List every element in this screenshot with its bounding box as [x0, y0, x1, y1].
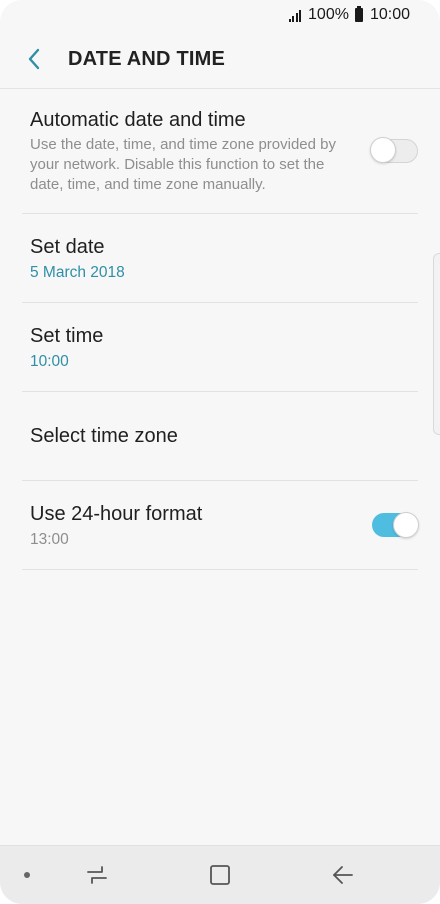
toggle-knob: [393, 512, 419, 538]
use-24-hour-format-title: Use 24-hour format: [30, 502, 203, 525]
status-time: 10:00: [369, 6, 410, 23]
battery-icon: [354, 6, 363, 22]
recent-apps-icon: [87, 866, 107, 884]
use-24-hour-format-item[interactable]: Use 24-hour format 13:00: [22, 481, 419, 570]
automatic-date-time-toggle[interactable]: [370, 137, 418, 163]
back-button[interactable]: [22, 47, 46, 71]
set-date-title: Set date: [30, 235, 105, 258]
signal-icon: [288, 9, 302, 22]
use-24-hour-format-toggle[interactable]: [372, 512, 419, 538]
set-date-item[interactable]: Set date 5 March 2018: [22, 214, 418, 303]
recent-apps-button[interactable]: [85, 863, 109, 887]
use-24-hour-format-text: Use 24-hour format 13:00: [22, 501, 418, 550]
home-button[interactable]: [208, 863, 232, 887]
toggle-knob: [370, 137, 396, 163]
select-time-zone-item[interactable]: Select time zone: [22, 392, 418, 481]
settings-list: Automatic date and time Use the date, ti…: [22, 89, 419, 570]
set-date-value: 5 March 2018: [30, 263, 125, 281]
back-nav-button[interactable]: [331, 863, 355, 887]
automatic-date-time-text: Automatic date and time Use the date, ti…: [22, 107, 418, 195]
set-time-text: Set time 10:00: [22, 323, 418, 372]
back-arrow-icon: [333, 866, 353, 884]
edge-panel-handle[interactable]: [433, 253, 440, 435]
battery-percentage: 100%: [308, 6, 349, 23]
status-bar: 100% 10:00: [0, 0, 440, 30]
automatic-date-time-description: Use the date, time, and time zone provid…: [30, 136, 337, 193]
select-time-zone-text: Select time zone: [22, 423, 418, 449]
automatic-date-time-item[interactable]: Automatic date and time Use the date, ti…: [22, 89, 418, 214]
page-title: DATE AND TIME: [68, 47, 226, 70]
dot-icon: [24, 872, 30, 878]
set-date-text: Set date 5 March 2018: [22, 234, 418, 283]
select-time-zone-title: Select time zone: [30, 425, 178, 447]
set-time-title: Set time: [30, 324, 104, 347]
phone-screen: 100% 10:00 DATE AND TIME Automatic date …: [0, 0, 440, 904]
set-time-item[interactable]: Set time 10:00: [22, 303, 418, 392]
chevron-left-icon: [28, 48, 40, 70]
set-time-value: 10:00: [30, 352, 69, 370]
automatic-date-time-title: Automatic date and time: [30, 109, 246, 131]
home-icon: [210, 865, 230, 885]
header: DATE AND TIME: [0, 30, 440, 89]
navigation-bar: [0, 845, 440, 904]
use-24-hour-format-value: 13:00: [30, 530, 69, 548]
